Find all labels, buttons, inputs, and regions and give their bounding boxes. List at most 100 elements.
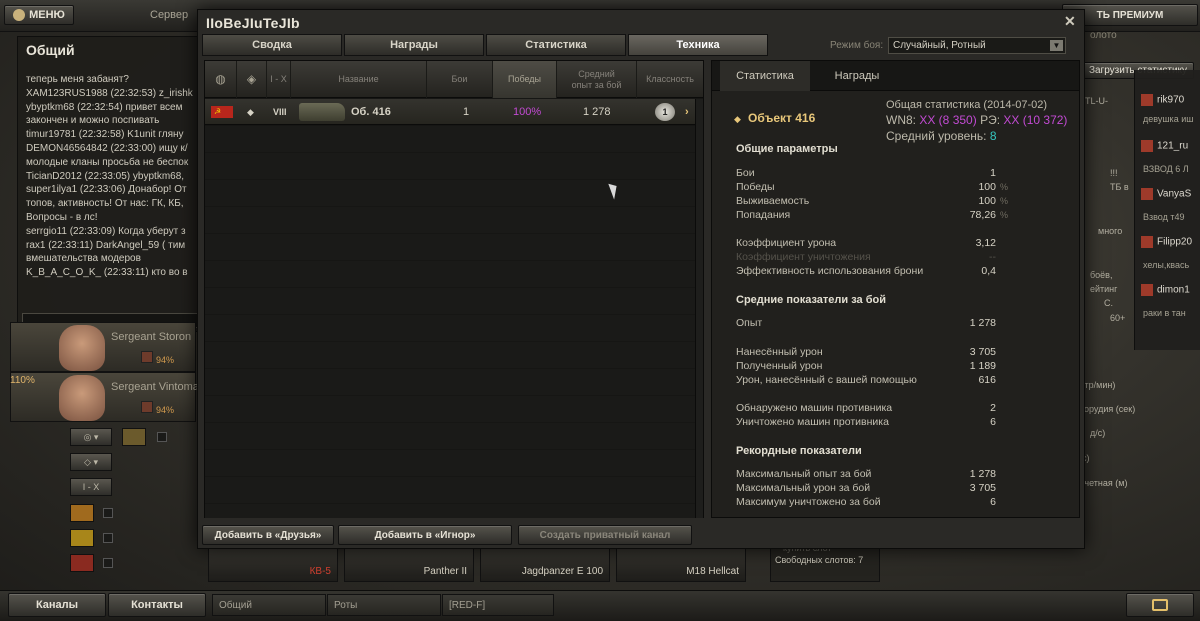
wn8-label: WN8: (886, 113, 916, 127)
re-label: РЭ: (980, 113, 1001, 127)
stat-unit: % (1000, 196, 1009, 206)
chat-bubble-icon (1152, 599, 1168, 611)
average-section-title: Средние показатели за бой (736, 294, 886, 306)
stat-label: Эффективность использования брони (736, 265, 924, 277)
avg-level-value: 8 (989, 129, 997, 143)
stat-label: Выживаемость (736, 195, 810, 207)
mastery-badge-icon: 1 (655, 103, 675, 121)
stat-row: Максимальный урон за бой 3 705 (736, 482, 996, 495)
close-icon[interactable]: ✕ (1064, 13, 1076, 30)
tab-awards[interactable]: Награды (344, 34, 484, 56)
player-item[interactable]: 121_ru (1141, 140, 1200, 152)
tier-cell: VIII (273, 107, 287, 117)
wins-column-header[interactable]: Победы (493, 61, 557, 98)
tab-statistics[interactable]: Статистика (486, 34, 626, 56)
stat-row: Эффективность использования брони 0,4 (736, 265, 996, 278)
chat-line: топов, активность! От нас: ГК, КБ, (26, 198, 184, 210)
players-panel: rik970 девушка иш 121_ru ВЗВОД 6 Л Vanya… (1134, 70, 1200, 350)
tab-vehicle-stats[interactable]: Статистика (720, 61, 810, 91)
rank-icon (1141, 140, 1153, 152)
chat-tab[interactable]: Роты (327, 594, 441, 616)
level-filter-label: I - X (82, 482, 100, 492)
chat-line: теперь меня забанят? (26, 74, 129, 85)
table-row[interactable]: ☭ ◆ VIII Об. 416 1 100% 1 278 1 › (205, 99, 703, 125)
bg-text: много (1098, 226, 1123, 236)
player-item[interactable]: Filipp20 (1141, 236, 1200, 248)
stat-row: Выживаемость 100% (736, 195, 1008, 208)
bg-text: С. (1104, 298, 1113, 308)
battles-column-header[interactable]: Бои (427, 61, 493, 98)
type-column-header[interactable]: ◈ (237, 61, 267, 98)
gold-checkbox[interactable] (103, 533, 113, 543)
create-private-channel-button[interactable]: Создать приватный канал (518, 525, 692, 545)
tank-name: Panther II (423, 566, 467, 577)
stat-value: 1 278 (969, 317, 996, 329)
stat-value: 1 189 (969, 360, 996, 372)
ratings-line: WN8: XX (8 350) РЭ: XX (10 372) (886, 113, 1067, 127)
vehicle-type-icon: ◆ (734, 114, 741, 124)
stat-row: Нанесённый урон 3 705 (736, 346, 996, 359)
battle-mode-select[interactable]: Случайный, Ротный ▼ (888, 37, 1066, 54)
crew-percent: 94% (156, 405, 175, 415)
battles-cell: 1 (463, 106, 470, 118)
avg-xp-column-header[interactable]: Средний опыт за бой (557, 61, 637, 98)
premium-filter-icon[interactable] (122, 428, 146, 446)
gold-icon[interactable] (70, 529, 94, 547)
crew-portrait (59, 325, 105, 371)
nation-column-header[interactable]: ◍ (205, 61, 237, 98)
stat-label: Уничтожено машин противника (736, 416, 889, 428)
stat-label: Урон, нанесённый с вашей помощью (736, 374, 917, 386)
player-status: ВЗВОД 6 Л (1143, 164, 1189, 174)
menu-button[interactable]: МЕНЮ (4, 5, 74, 25)
mastery-column-header[interactable]: Классность (637, 61, 703, 98)
chat-tab[interactable]: [RED-F] (442, 594, 554, 616)
chevron-down-icon: ▼ (1050, 40, 1063, 51)
crew-member[interactable]: Sergeant Storon 94% (10, 322, 196, 372)
stat-label: Коэффициент уничтожения (736, 251, 871, 263)
ammo-checkbox[interactable] (103, 508, 113, 518)
tab-vehicle-awards[interactable]: Награды (812, 61, 902, 91)
channels-button[interactable]: Каналы (8, 593, 106, 617)
stat-row: Коэффициент уничтожения -- (736, 251, 996, 264)
contacts-button[interactable]: Контакты (108, 593, 206, 617)
stat-label: Коэффициент урона (736, 237, 837, 249)
table-scrollbar[interactable] (695, 99, 703, 518)
chat-tab[interactable]: Общий (212, 594, 326, 616)
type-filter[interactable]: ◇ ▾ (70, 453, 112, 471)
crew-member[interactable]: Sergeant Vintoma 94% (10, 372, 199, 422)
crew-skill-icon (141, 351, 153, 363)
tab-vehicles[interactable]: Техника (628, 34, 768, 56)
level-filter[interactable]: I - X (70, 478, 112, 496)
stat-value: 78,26 (969, 209, 996, 221)
chevron-right-icon[interactable]: › (685, 99, 689, 125)
rank-icon (1141, 284, 1153, 296)
stat-row: Опыт 1 278 (736, 317, 996, 330)
star-checkbox[interactable] (103, 558, 113, 568)
player-item[interactable]: dimon1 (1141, 284, 1200, 296)
player-item[interactable]: VanyaS (1141, 188, 1200, 200)
premium-checkbox[interactable] (157, 432, 167, 442)
ammo-icon[interactable] (70, 504, 94, 522)
chat-title: Общий (26, 42, 75, 58)
tab-summary[interactable]: Сводка (202, 34, 342, 56)
player-status: Взвод т49 (1143, 212, 1185, 222)
add-friend-button[interactable]: Добавить в «Друзья» (202, 525, 334, 545)
nation-filter[interactable]: ◎ ▾ (70, 428, 112, 446)
stat-row: Полученный урон 1 189 (736, 360, 996, 373)
star-icon[interactable] (70, 554, 94, 572)
name-column-header[interactable]: Название (291, 61, 427, 98)
stat-unit: % (1000, 210, 1009, 220)
crew-rank: Sergeant Storon (111, 331, 192, 343)
chat-line: TicianD2012 (22:33:05) ybyptkm68, (26, 170, 185, 182)
player-name: 121_ru (1157, 140, 1189, 152)
add-ignore-button[interactable]: Добавить в «Игнор» (338, 525, 512, 545)
stat-label: Максимальный урон за бой (736, 482, 871, 494)
tank-thumbnail-icon (299, 103, 345, 121)
chat-bubble-button[interactable] (1126, 593, 1194, 617)
stats-tabbar: Статистика Награды (712, 61, 1079, 91)
level-column-header[interactable]: I - X (267, 61, 291, 98)
player-name: rik970 (1157, 94, 1185, 106)
player-item[interactable]: rik970 (1141, 94, 1200, 106)
rank-icon (1141, 236, 1153, 248)
wins-cell: 100% (513, 106, 542, 118)
